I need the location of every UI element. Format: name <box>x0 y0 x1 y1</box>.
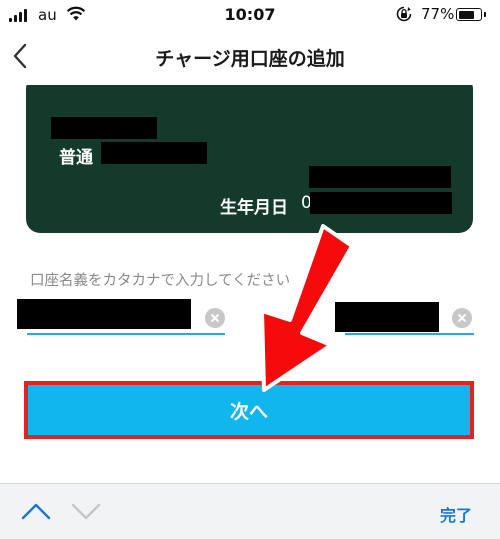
redacted-last-name <box>17 299 191 329</box>
nav-bar: チャージ用口座の追加 <box>0 30 500 85</box>
battery-icon <box>456 8 486 21</box>
clear-last-name-icon[interactable] <box>205 308 225 328</box>
battery-percent: 77% <box>421 5 455 23</box>
main-content: 普通 生年月日 0 口座名義をカタカナで入力してください 次へ <box>0 85 500 483</box>
previous-field-icon[interactable] <box>20 500 52 522</box>
next-field-icon[interactable] <box>70 500 102 522</box>
redacted-account-holder <box>309 166 451 188</box>
redacted-birthdate <box>310 192 452 214</box>
redacted-account-number <box>101 142 207 164</box>
redacted-bank-name <box>51 117 157 139</box>
birthdate-label: 生年月日 <box>220 198 288 218</box>
redacted-first-name <box>335 302 439 332</box>
orientation-lock-icon <box>396 6 412 22</box>
keyboard-toolbar: 完了 <box>0 483 500 539</box>
bank-card-preview: 普通 生年月日 0 <box>26 85 473 233</box>
next-button[interactable]: 次へ <box>24 381 474 439</box>
page-title: チャージ用口座の追加 <box>155 48 345 70</box>
done-button[interactable]: 完了 <box>440 502 472 526</box>
status-bar: au 10:07 77% <box>0 0 500 30</box>
last-name-field[interactable] <box>17 295 225 335</box>
account-type-label: 普通 <box>59 148 93 168</box>
name-input-hint: 口座名義をカタカナで入力してください <box>30 273 291 289</box>
clear-first-name-icon[interactable] <box>452 308 472 328</box>
